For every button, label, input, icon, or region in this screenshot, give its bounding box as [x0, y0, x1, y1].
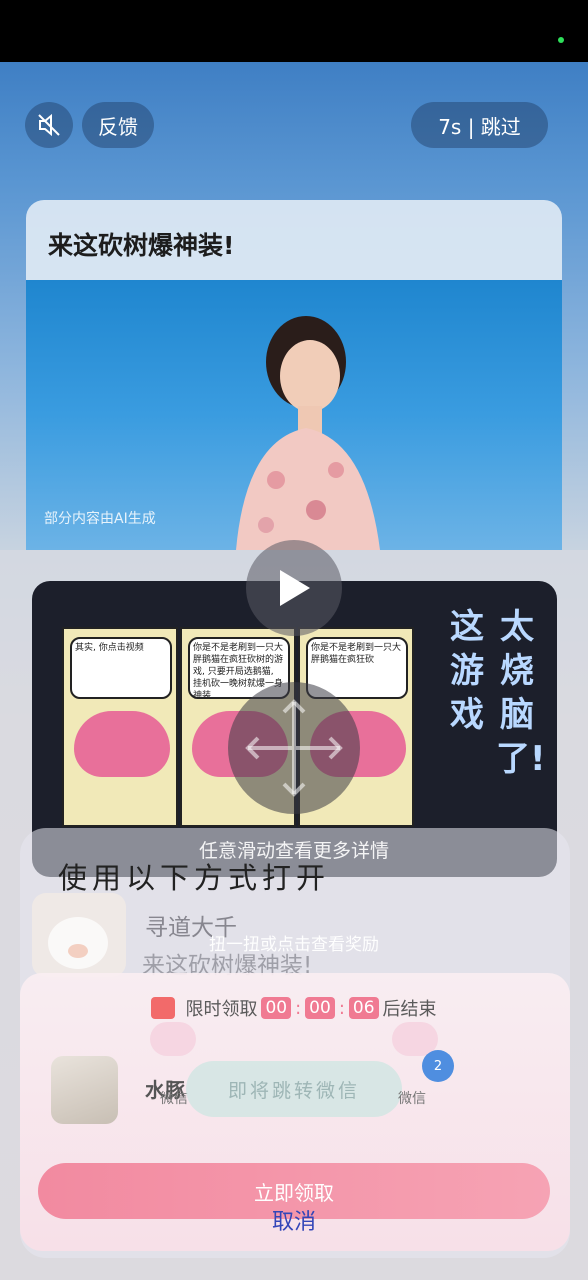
countdown-hours: 00	[261, 997, 292, 1019]
video-area[interactable]: 部分内容由AI生成	[26, 280, 562, 550]
ends-label: 后结束	[382, 999, 437, 1020]
skip-button[interactable]: 7s | 跳过	[411, 102, 548, 148]
presenter-figure	[236, 316, 380, 550]
brain-illustration	[74, 711, 170, 777]
promo-title-col-2: 太烧脑了!	[496, 607, 546, 779]
twist-hint: 扭一扭或点击查看奖励	[209, 935, 379, 955]
mini-app-icon[interactable]	[51, 1056, 118, 1124]
play-icon	[280, 570, 310, 606]
mini-app-platform: 微信	[160, 1091, 188, 1107]
countdown-colon: :	[338, 997, 345, 1019]
speaker-muted-icon	[38, 113, 60, 137]
move-arrows-icon	[245, 699, 343, 797]
headline-text: 来这砍树爆神装!	[48, 231, 235, 260]
comic-panel-1: 其实, 你点击视频	[62, 627, 178, 827]
mute-button[interactable]	[25, 102, 73, 148]
headline-card: 来这砍树爆神装!	[26, 200, 562, 280]
countdown-colon: :	[295, 997, 302, 1019]
count-badge: 2	[422, 1050, 454, 1082]
sheep-decoration-icon	[150, 1022, 196, 1056]
play-button[interactable]	[246, 540, 342, 636]
camera-indicator-dot	[558, 37, 564, 43]
ai-generated-notice: 部分内容由AI生成	[44, 511, 156, 527]
gift-icon	[151, 997, 176, 1019]
countdown-minutes: 00	[305, 997, 335, 1019]
jump-to-wechat-pill: 即将跳转微信	[186, 1061, 402, 1117]
feedback-button[interactable]: 反馈	[82, 102, 154, 148]
comic-bubble-1: 其实, 你点击视频	[70, 637, 172, 699]
ad-screen: 反馈 7s | 跳过 来这砍树爆神装! 部分内容由AI生成 其实, 你点击视频 …	[0, 62, 588, 1280]
swipe-gesture-indicator	[228, 682, 360, 814]
cancel-button[interactable]: 取消	[0, 1204, 588, 1236]
countdown-seconds: 06	[348, 997, 379, 1019]
wechat-label: 微信	[398, 1091, 426, 1107]
promo-title-col-1: 这游戏	[450, 607, 484, 735]
status-bar	[0, 0, 588, 62]
countdown-row: 限时领取 00 : 00 : 06 后结束	[0, 995, 588, 1021]
limited-claim-label: 限时领取	[185, 999, 258, 1020]
open-with-title: 使用以下方式打开	[58, 861, 331, 895]
